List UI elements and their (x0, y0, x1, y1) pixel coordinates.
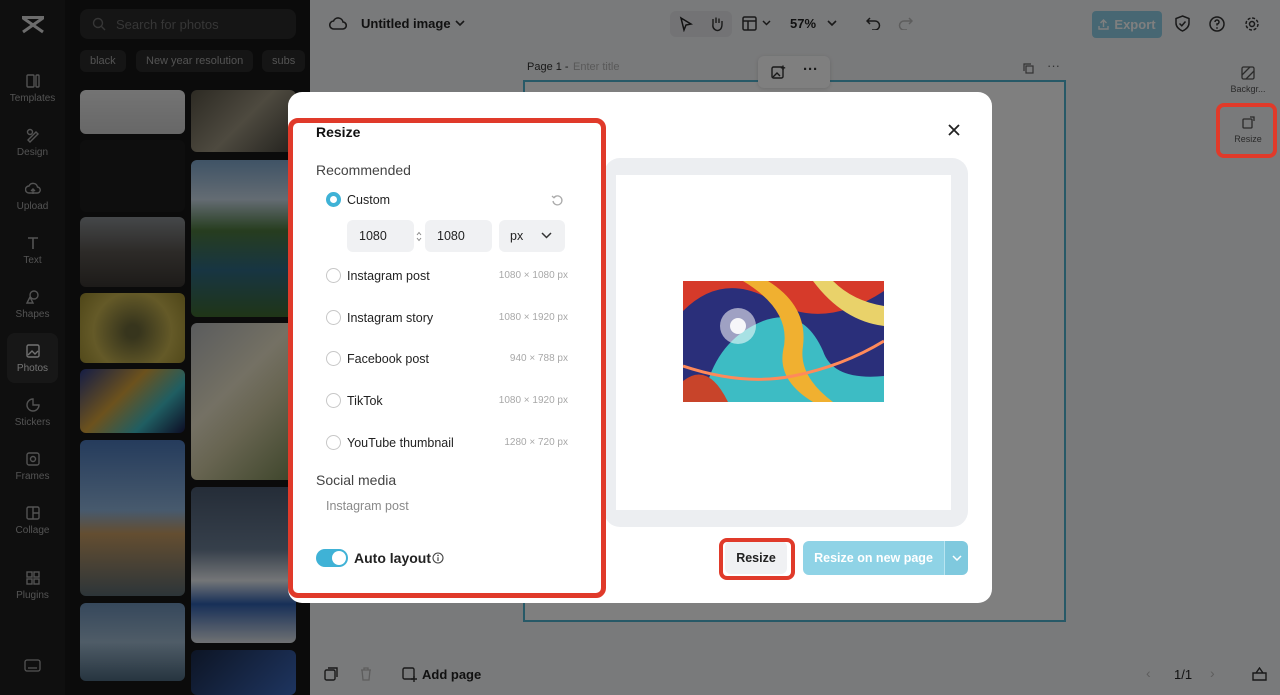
preview-image (683, 281, 884, 402)
resize-options-dropdown[interactable] (944, 541, 968, 575)
close-icon[interactable] (945, 121, 963, 139)
preview-area (604, 158, 968, 527)
highlight-box (1216, 103, 1277, 158)
highlight-box (288, 118, 606, 598)
highlight-box (719, 538, 795, 580)
preview-page (616, 175, 951, 510)
resize-on-new-page-button[interactable]: Resize on new page (803, 541, 944, 575)
chevron-down-icon (952, 555, 962, 561)
